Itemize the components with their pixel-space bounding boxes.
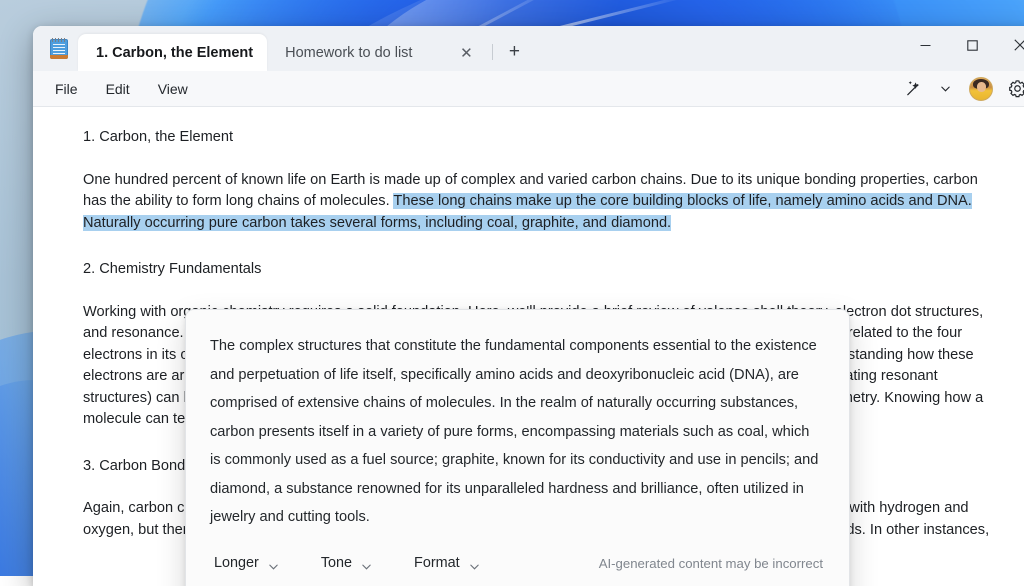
menu-file[interactable]: File	[44, 77, 89, 101]
chevron-down-icon	[469, 558, 480, 569]
document-area[interactable]: 1. Carbon, the Element One hundred perce…	[33, 107, 1024, 586]
minimize-button[interactable]	[902, 26, 949, 64]
notepad-window: 1. Carbon, the Element Homework to do li…	[33, 26, 1024, 586]
ai-disclaimer-text: AI-generated content may be incorrect	[599, 553, 823, 575]
tab-close-icon[interactable]: ✕	[456, 43, 476, 63]
length-dropdown-label: Longer	[214, 553, 259, 575]
chevron-down-icon	[361, 558, 372, 569]
tone-dropdown[interactable]: Tone	[317, 550, 376, 578]
tone-dropdown-label: Tone	[321, 553, 352, 575]
document-paragraph-1: One hundred percent of known life on Ear…	[83, 170, 991, 235]
title-bar: 1. Carbon, the Element Homework to do li…	[33, 26, 1024, 71]
format-dropdown-label: Format	[414, 553, 460, 575]
notepad-icon	[50, 39, 68, 59]
maximize-button[interactable]	[949, 26, 996, 64]
account-avatar[interactable]	[969, 77, 993, 101]
document-heading-2: 2. Chemistry Fundamentals	[83, 259, 991, 281]
ai-wand-icon[interactable]	[899, 76, 927, 102]
new-tab-button[interactable]: +	[501, 39, 527, 65]
close-button[interactable]	[996, 26, 1024, 64]
paragraph-spacer	[83, 149, 991, 170]
ai-options-row: Longer Tone Format AI-	[186, 544, 849, 586]
ai-rewritten-text: The complex structures that constitute t…	[186, 310, 849, 544]
document-heading-1: 1. Carbon, the Element	[83, 127, 991, 149]
window-controls	[902, 26, 1024, 71]
format-dropdown[interactable]: Format	[410, 550, 484, 578]
paragraph-spacer	[83, 234, 991, 255]
menu-view[interactable]: View	[147, 77, 199, 101]
menu-edit[interactable]: Edit	[95, 77, 141, 101]
tab-carbon-the-element[interactable]: 1. Carbon, the Element	[78, 34, 267, 71]
menu-bar-right-actions	[899, 71, 1024, 106]
settings-gear-icon[interactable]	[1003, 76, 1024, 102]
tab-separator	[492, 44, 493, 60]
paragraph-spacer	[83, 281, 991, 302]
chevron-down-icon[interactable]	[931, 76, 959, 102]
length-dropdown[interactable]: Longer	[210, 550, 283, 578]
ai-rewrite-popup: The complex structures that constitute t…	[185, 309, 850, 586]
tab-label: 1. Carbon, the Element	[96, 45, 253, 61]
tab-homework-to-do-list[interactable]: Homework to do list ✕	[267, 34, 490, 71]
tab-label: Homework to do list	[285, 45, 412, 61]
chevron-down-icon	[268, 558, 279, 569]
menu-bar: File Edit View	[33, 71, 1024, 107]
